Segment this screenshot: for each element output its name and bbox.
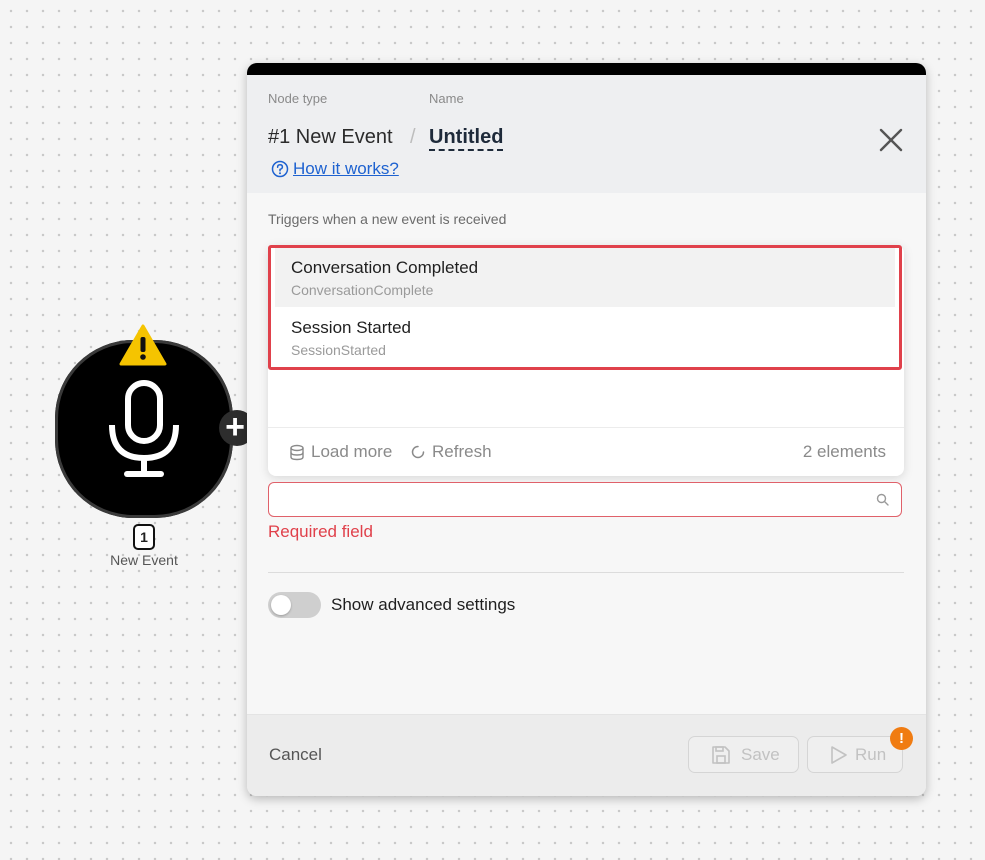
play-icon — [831, 746, 847, 764]
cancel-button[interactable]: Cancel — [269, 745, 322, 765]
node-config-panel: Node type Name #1 New Event / Untitled H… — [247, 63, 926, 796]
required-field-error: Required field — [268, 522, 373, 541]
option-subtitle: ConversationComplete — [291, 282, 434, 298]
run-button[interactable]: Run — [807, 736, 903, 773]
node-description: Triggers when a new event is received — [268, 211, 507, 227]
add-connection-icon[interactable]: + — [221, 410, 249, 444]
close-icon[interactable] — [879, 128, 903, 152]
option-title: Conversation Completed — [291, 258, 479, 277]
dropdown-option[interactable]: Session Started SessionStarted — [275, 308, 895, 367]
save-label: Save — [741, 745, 780, 764]
name-label: Name — [429, 91, 464, 106]
refresh-icon — [411, 445, 425, 459]
node-index-badge: 1 — [133, 524, 155, 550]
how-it-works-link[interactable]: How it works? — [271, 159, 399, 179]
run-warning-badge: ! — [890, 727, 913, 750]
advanced-settings-label: Show advanced settings — [331, 595, 516, 614]
event-search-input[interactable] — [277, 487, 871, 513]
refresh-label: Refresh — [432, 442, 492, 461]
node-type-value: #1 New Event — [268, 126, 393, 148]
option-subtitle: SessionStarted — [291, 342, 386, 358]
warning-icon — [119, 324, 167, 366]
header-separator: / — [410, 126, 416, 148]
microphone-icon — [109, 380, 179, 477]
elements-count: 2 elements — [802, 442, 886, 461]
save-icon — [712, 746, 730, 764]
event-dropdown: Conversation Completed ConversationCompl… — [268, 245, 904, 476]
run-label: Run — [855, 745, 887, 764]
search-icon — [876, 493, 889, 506]
advanced-settings-toggle[interactable] — [268, 592, 321, 618]
dropdown-options-highlight: Conversation Completed ConversationCompl… — [268, 245, 902, 370]
panel-top-bar — [247, 63, 926, 75]
node-type-label: Node type — [268, 91, 328, 106]
toggle-knob — [271, 595, 291, 615]
how-it-works-label: How it works? — [293, 159, 399, 178]
node-label: New Event — [110, 552, 178, 568]
save-button[interactable]: Save — [688, 736, 799, 773]
node-name-field[interactable]: Untitled — [429, 126, 504, 151]
panel-footer: Cancel Save Run ! — [247, 714, 926, 796]
load-more-icon — [290, 444, 304, 461]
dropdown-option[interactable]: Conversation Completed ConversationCompl… — [275, 248, 895, 307]
dropdown-footer-divider — [268, 427, 904, 428]
section-divider — [268, 572, 904, 573]
event-search-field[interactable] — [268, 482, 902, 517]
option-title: Session Started — [291, 318, 412, 337]
panel-header: Node type Name #1 New Event / Untitled H… — [247, 75, 926, 193]
event-node[interactable]: + 1 New Event — [55, 324, 255, 568]
load-more-button[interactable]: Load more — [288, 442, 392, 462]
node-body[interactable] — [55, 340, 233, 518]
load-more-label: Load more — [311, 442, 393, 461]
help-circle-icon — [271, 160, 289, 178]
refresh-button[interactable]: Refresh — [410, 442, 492, 462]
